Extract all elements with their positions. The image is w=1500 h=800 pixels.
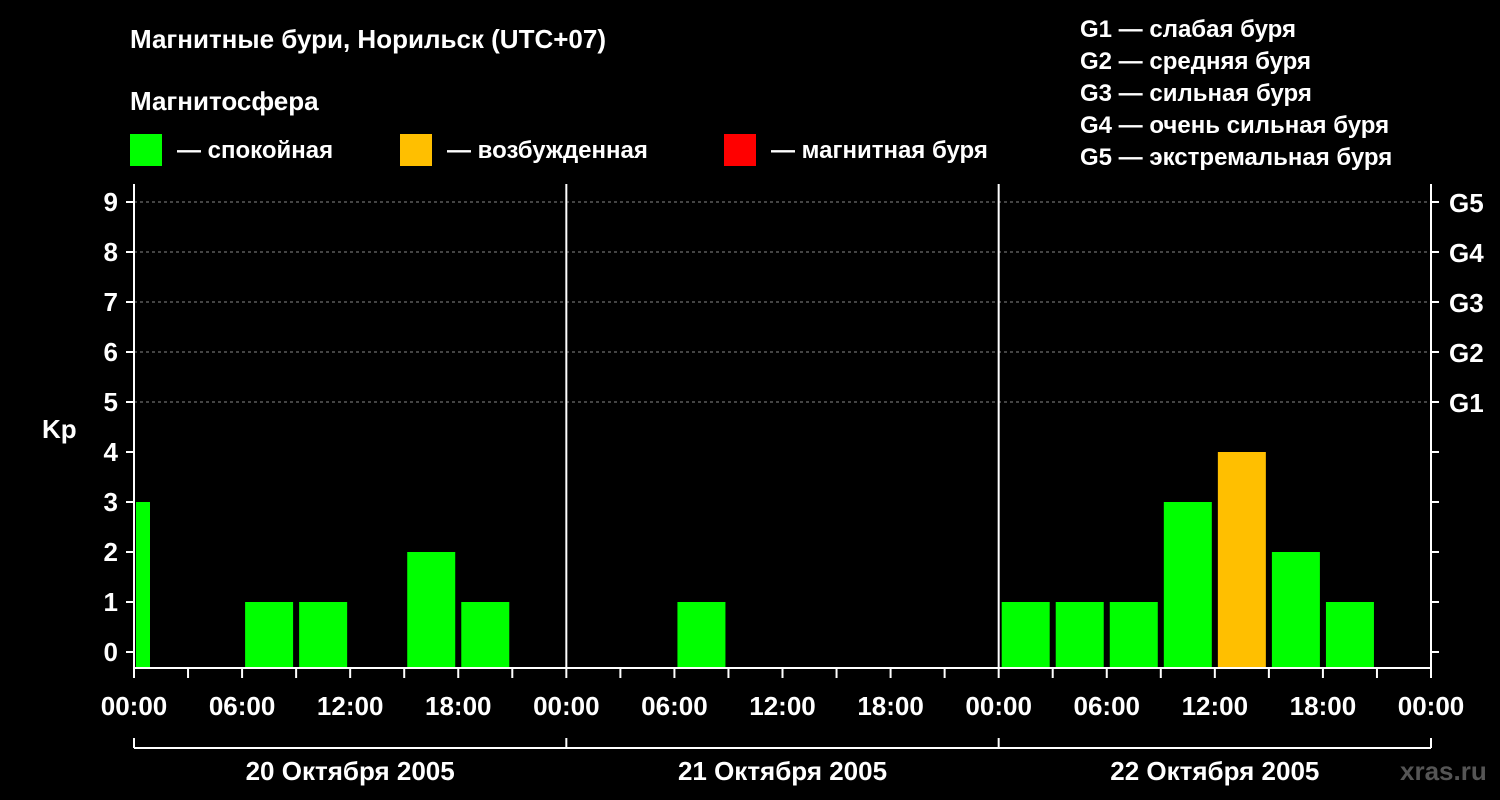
x-tick-label: 06:00 <box>209 691 276 721</box>
y-axis-label: Kp <box>42 414 77 444</box>
g-level-label: G4 <box>1449 238 1484 268</box>
axis-labels: 0 1 2 3 4 5 6 7 8 9 G1 G2 G3 G4 G5 00:00 06:00 12:00 18:00… <box>101 187 1484 786</box>
x-tick-label: 00:00 <box>965 691 1032 721</box>
g-scale-g5: G5 — экстремальная буря <box>1080 144 1392 171</box>
g-scale-g1: G1 — слабая буря <box>1080 16 1296 43</box>
watermark: xras.ru <box>1400 756 1487 786</box>
legend-swatch-storm <box>724 134 756 166</box>
legend-swatch-quiet <box>130 134 162 166</box>
kp-bar <box>1055 602 1104 668</box>
kp-bar <box>461 602 510 668</box>
y-tick-label: 6 <box>104 337 118 367</box>
status-legend: — спокойная — возбужденная — магнитная б… <box>130 134 988 166</box>
x-tick-label: 12:00 <box>749 691 816 721</box>
kp-bar <box>1001 602 1050 668</box>
y-tick-label: 8 <box>104 237 118 267</box>
g-level-label: G2 <box>1449 338 1484 368</box>
x-tick-label: 00:00 <box>533 691 600 721</box>
kp-bar <box>245 602 294 668</box>
kp-bar <box>136 502 150 668</box>
x-tick-label: 06:00 <box>641 691 708 721</box>
g-scale-legend: G1 — слабая буря G2 — средняя буря G3 — … <box>1080 16 1392 171</box>
chart-title: Магнитные бури, Норильск (UTC+07) <box>130 24 606 54</box>
kp-bar <box>1217 452 1266 668</box>
day-label: 22 Октября 2005 <box>1110 756 1319 786</box>
y-tick-label: 9 <box>104 187 118 217</box>
kp-bar <box>677 602 726 668</box>
bars <box>136 452 1374 668</box>
g-level-label: G5 <box>1449 188 1484 218</box>
day-label: 20 Октября 2005 <box>246 756 455 786</box>
x-tick-label: 18:00 <box>425 691 492 721</box>
x-tick-label: 12:00 <box>1182 691 1249 721</box>
kp-bar <box>1163 502 1212 668</box>
y-tick-label: 3 <box>104 487 118 517</box>
y-tick-label: 0 <box>104 637 118 667</box>
g-level-label: G1 <box>1449 388 1484 418</box>
kp-bar <box>1325 602 1374 668</box>
legend-label-storm: — магнитная буря <box>771 137 988 164</box>
legend-label-quiet: — спокойная <box>177 137 333 164</box>
g-level-label: G3 <box>1449 288 1484 318</box>
x-tick-label: 06:00 <box>1074 691 1141 721</box>
y-tick-label: 5 <box>104 387 118 417</box>
kp-chart: Магнитные бури, Норильск (UTC+07) Магнит… <box>42 16 1487 786</box>
day-label: 21 Октября 2005 <box>678 756 887 786</box>
kp-bar <box>1109 602 1158 668</box>
g-scale-g2: G2 — средняя буря <box>1080 48 1311 75</box>
kp-bar <box>1271 552 1320 668</box>
y-tick-label: 7 <box>104 287 118 317</box>
x-tick-label: 18:00 <box>857 691 924 721</box>
g-scale-g4: G4 — очень сильная буря <box>1080 112 1389 139</box>
g-scale-g3: G3 — сильная буря <box>1080 80 1312 107</box>
kp-bar <box>407 552 456 668</box>
kp-bar <box>299 602 348 668</box>
y-tick-label: 1 <box>104 587 118 617</box>
legend-swatch-active <box>400 134 432 166</box>
x-tick-label: 00:00 <box>1398 691 1465 721</box>
x-tick-label: 18:00 <box>1290 691 1357 721</box>
y-tick-label: 4 <box>104 437 119 467</box>
x-tick-label: 12:00 <box>317 691 384 721</box>
y-tick-label: 2 <box>104 537 118 567</box>
x-tick-label: 00:00 <box>101 691 168 721</box>
magnetosphere-heading: Магнитосфера <box>130 86 319 116</box>
legend-label-active: — возбужденная <box>447 137 648 164</box>
